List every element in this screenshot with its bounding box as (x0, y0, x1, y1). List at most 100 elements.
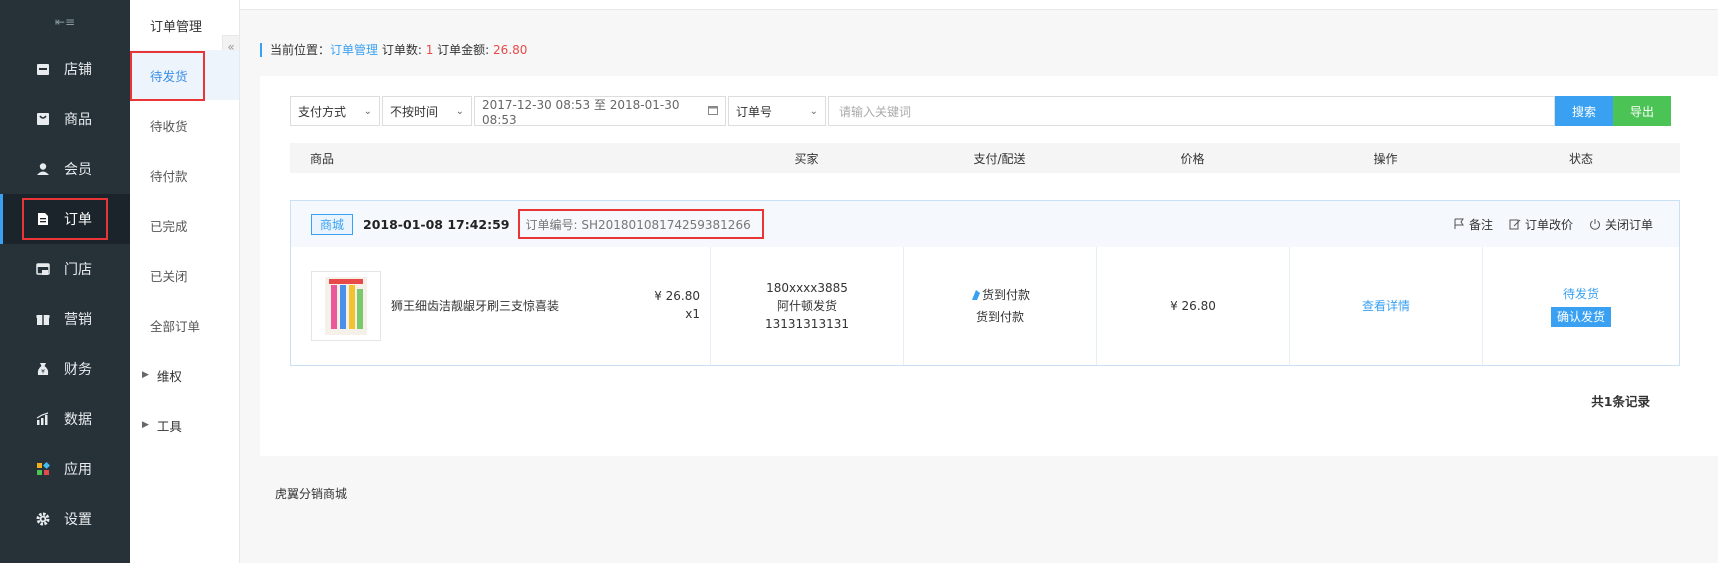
order-number: 订单编号: SH20180108174259381266 (517, 209, 764, 239)
select-value: 订单号 (736, 104, 773, 119)
order-time: 2018-01-08 17:42:59 (363, 216, 510, 232)
action-label: 订单改价 (1524, 217, 1573, 232)
buyer-cell: 180xxxx3885 阿什顿发货 13131313131 (711, 247, 904, 365)
time-mode-select[interactable]: 不按时间 ⌄ (382, 96, 472, 126)
subnav-group-rights[interactable]: ▶ 维权 (130, 350, 239, 400)
date-range-value: 2017-12-30 08:53 至 2018-01-30 08:53 (482, 97, 680, 127)
confirm-ship-button[interactable]: 确认发货 (1550, 307, 1611, 327)
filter-bar: 支付方式 ⌄ 不按时间 ⌄ 2017-12-30 08:53 至 2018-01-3… (290, 96, 1671, 127)
power-icon (1590, 219, 1600, 230)
nav-item-label: 财务 (64, 362, 92, 378)
nav-item-settings[interactable]: 设置 (0, 494, 130, 544)
price-cell: ¥ 26.80 (1097, 247, 1290, 365)
order-row: 狮王细齿洁靓龈牙刷三支惊喜装 ¥ 26.80 x1 180xxxx3885 阿什… (291, 247, 1679, 365)
pay-method-select[interactable]: 支付方式 ⌄ (290, 96, 380, 126)
col-goods: 商品 (310, 151, 335, 166)
nav-item-goods[interactable]: 商品 (0, 94, 130, 144)
nav-item-member[interactable]: 会员 (0, 144, 130, 194)
breadcrumb-link[interactable]: 订单管理 (330, 43, 378, 57)
col-action: 操作 (1373, 151, 1398, 166)
change-price-action[interactable]: 订单改价 (1509, 216, 1573, 233)
main-nav: ⇤≡ 店铺 商品 会员 订单 门店 营销 ¥ 财务 数据 应用 设置 (0, 0, 130, 563)
action-label: 备注 (1468, 217, 1493, 232)
subnav-group-label: 维权 (156, 368, 182, 384)
chart-icon (36, 412, 50, 426)
buyer-phone: 180xxxx3885 (766, 281, 848, 295)
subnav-item-label: 已关闭 (150, 268, 188, 284)
status-cell: 待发货 确认发货 (1483, 247, 1679, 365)
subnav-item-label: 全部订单 (150, 318, 201, 334)
subnav-item-pending-receive[interactable]: 待收货 (130, 100, 239, 150)
footer-brand: 虎翼分销商城 (275, 487, 348, 501)
nav-item-label: 店铺 (64, 62, 92, 78)
close-order-action[interactable]: 关闭订单 (1589, 216, 1653, 233)
action-cell: 查看详情 (1290, 247, 1483, 365)
nav-item-finance[interactable]: ¥ 财务 (0, 344, 130, 394)
col-status: 状态 (1568, 151, 1593, 166)
subnav-item-label: 待付款 (150, 168, 188, 184)
top-bar (240, 0, 1718, 10)
nav-item-shop[interactable]: 门店 (0, 244, 130, 294)
flag-icon (1454, 218, 1464, 229)
goods-price-qty: ¥ 26.80 x1 (654, 287, 700, 323)
remark-action[interactable]: 备注 (1454, 216, 1493, 233)
nav-item-marketing[interactable]: 营销 (0, 294, 130, 344)
goods-thumbnail[interactable] (311, 271, 381, 341)
subnav-item-pending-pay[interactable]: 待付款 (130, 150, 239, 200)
gift-icon (36, 312, 50, 326)
view-detail-link[interactable]: 查看详情 (1362, 297, 1410, 315)
shop-icon (36, 262, 50, 276)
nav-item-label: 会员 (64, 162, 92, 178)
goods-qty: x1 (685, 307, 700, 321)
table-header: 商品 买家 支付/配送 价格 操作 状态 (290, 143, 1680, 173)
buyer-shipping: 阿什顿发货 (776, 299, 837, 313)
keyword-input[interactable]: 请输入关键词 (828, 96, 1555, 126)
chevron-down-icon: ⌄ (363, 105, 372, 117)
nav-item-label: 应用 (64, 462, 92, 478)
subnav-item-label: 已完成 (150, 218, 188, 234)
search-button[interactable]: 搜索 (1555, 96, 1613, 126)
subnav-item-label: 待收货 (150, 118, 188, 134)
order-count-label: 订单数: (378, 43, 426, 57)
subnav-item-pending-ship[interactable]: 待发货 (130, 50, 239, 101)
nav-item-apps[interactable]: 应用 (0, 444, 130, 494)
caret-right-icon: ▶ (142, 420, 149, 430)
svg-text:¥: ¥ (41, 369, 45, 376)
pay-type: 货到付款 (981, 288, 1030, 302)
subnav-item-closed[interactable]: 已关闭 (130, 250, 239, 300)
subnav-group-label: 工具 (156, 418, 182, 434)
nav-item-store[interactable]: 店铺 (0, 44, 130, 94)
date-range-input[interactable]: 2017-12-30 08:53 至 2018-01-30 08:53 (474, 96, 726, 127)
nav-item-order[interactable]: 订单 (0, 194, 130, 244)
subnav-item-label: 待发货 (150, 68, 188, 84)
order-price: ¥ 26.80 (1170, 299, 1216, 313)
goods-cell: 狮王细齿洁靓龈牙刷三支惊喜装 ¥ 26.80 x1 (291, 247, 711, 365)
export-button[interactable]: 导出 (1613, 96, 1671, 126)
goods-name[interactable]: 狮王细齿洁靓龈牙刷三支惊喜装 (391, 297, 559, 315)
nav-item-label: 营销 (64, 312, 92, 328)
member-icon (36, 162, 50, 176)
keyword-placeholder: 请输入关键词 (839, 104, 912, 119)
buyer-tel: 13131313131 (765, 317, 849, 331)
subnav-item-completed[interactable]: 已完成 (130, 200, 239, 250)
order-amount-label: 订单金额: (433, 43, 494, 57)
pay-ship-cell: 货到付款 货到付款 (904, 247, 1097, 365)
nav-item-label: 门店 (64, 262, 92, 278)
order-icon (36, 212, 50, 226)
nav-item-data[interactable]: 数据 (0, 394, 130, 444)
orders-panel: 支付方式 ⌄ 不按时间 ⌄ 2017-12-30 08:53 至 2018-01-3… (260, 76, 1718, 456)
search-field-select[interactable]: 订单号 ⌄ (728, 96, 826, 126)
store-icon (36, 62, 50, 76)
subnav-group-tools[interactable]: ▶ 工具 (130, 400, 239, 450)
select-value: 支付方式 (298, 104, 347, 119)
col-price: 价格 (1180, 151, 1205, 166)
edit-icon (1509, 219, 1521, 230)
calendar-icon (708, 104, 718, 118)
chevron-down-icon: ⌄ (809, 105, 818, 117)
order-header: 商城 2018-01-08 17:42:59 订单编号: SH201801081… (291, 201, 1679, 247)
action-label: 关闭订单 (1604, 217, 1653, 232)
subnav-item-all-orders[interactable]: 全部订单 (130, 300, 239, 350)
gear-icon (36, 512, 50, 526)
nav-collapse-icon[interactable]: ⇤≡ (0, 0, 130, 44)
main-content: 当前位置：订单管理 订单数: 1 订单金额: 26.80 支付方式 ⌄ 不按时间 ⌄… (240, 10, 1718, 563)
